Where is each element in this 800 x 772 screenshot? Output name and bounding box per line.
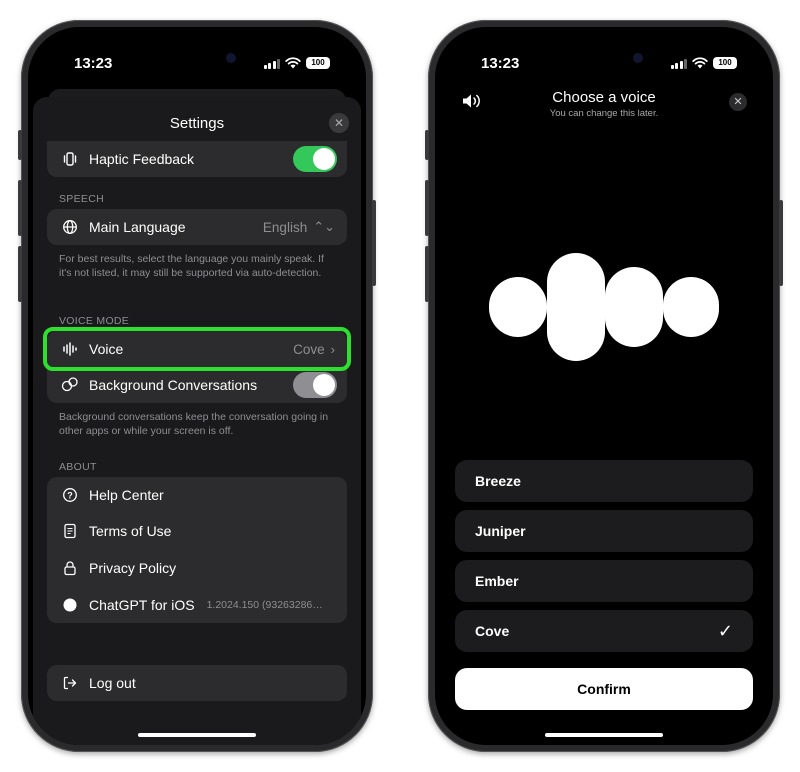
- status-time: 13:23: [481, 55, 520, 72]
- globe-icon: [61, 219, 79, 235]
- about-section-label: ABOUT: [59, 461, 97, 473]
- speech-group: Main Language English ⌃⌄: [47, 209, 347, 245]
- logout-label: Log out: [89, 675, 136, 691]
- logout-row[interactable]: Log out: [47, 665, 347, 701]
- close-button[interactable]: ✕: [329, 113, 349, 133]
- close-icon: ✕: [733, 96, 743, 108]
- settings-phone: 13:23 100 Settings ✕ Haptic Feedback SPE…: [18, 20, 376, 752]
- visualizer-blob: [547, 253, 605, 361]
- action-button: [18, 130, 22, 160]
- page-title: Settings: [169, 115, 225, 132]
- confirm-button[interactable]: Confirm: [455, 668, 753, 710]
- speech-section-label: SPEECH: [59, 193, 104, 205]
- home-indicator[interactable]: [545, 733, 663, 737]
- haptic-feedback-toggle[interactable]: [293, 146, 337, 172]
- voice-picker-subtitle: You can change this later.: [549, 108, 659, 119]
- voice-row-highlight: [43, 327, 351, 371]
- svg-text:?: ?: [67, 491, 73, 501]
- cellular-signal-icon: [670, 58, 687, 69]
- logout-group: Log out: [47, 665, 347, 701]
- app-version-value: 1.2024.150 (93263286…: [206, 599, 323, 611]
- wifi-icon: [692, 57, 708, 69]
- voice-option-ember[interactable]: Ember: [455, 560, 753, 602]
- app-version-row: ChatGPT for iOS 1.2024.150 (93263286…: [47, 587, 347, 623]
- main-language-label: Main Language: [89, 219, 186, 235]
- background-conversations-row: Background Conversations: [47, 367, 347, 403]
- voice-option-breeze[interactable]: Breeze: [455, 460, 753, 502]
- wifi-icon: [285, 57, 301, 69]
- voice-option-label: Breeze: [475, 473, 521, 489]
- main-language-value: English: [262, 219, 308, 235]
- haptic-feedback-row: Haptic Feedback: [47, 141, 347, 177]
- voice-option-label: Cove: [475, 623, 510, 639]
- voice-option-cove[interactable]: Cove ✓: [455, 610, 753, 652]
- battery-icon: 100: [713, 57, 737, 69]
- checkmark-icon: ✓: [717, 620, 733, 641]
- help-center-label: Help Center: [89, 487, 164, 503]
- main-language-row[interactable]: Main Language English ⌃⌄: [47, 209, 347, 245]
- voice-option-label: Juniper: [475, 523, 526, 539]
- document-icon: [61, 523, 79, 539]
- volume-up-button: [425, 180, 429, 236]
- close-icon: ✕: [333, 116, 345, 130]
- terms-of-use-label: Terms of Use: [89, 523, 172, 539]
- lock-icon: [61, 560, 79, 576]
- visualizer-blob: [489, 277, 547, 337]
- battery-icon: 100: [306, 57, 330, 69]
- haptic-feedback-label: Haptic Feedback: [89, 151, 195, 167]
- visualizer-blob: [663, 277, 719, 337]
- haptic-group: Haptic Feedback: [47, 141, 347, 177]
- openai-logo-icon: [61, 598, 79, 612]
- close-button[interactable]: ✕: [729, 93, 747, 111]
- settings-screen: 13:23 100 Settings ✕ Haptic Feedback SPE…: [28, 27, 366, 745]
- action-button: [425, 130, 429, 160]
- background-conversations-label: Background Conversations: [89, 377, 258, 393]
- volume-down-button: [18, 246, 22, 302]
- dynamic-island: [136, 41, 258, 75]
- help-center-row[interactable]: ? Help Center: [47, 477, 347, 513]
- voice-picker-title: Choose a voice: [552, 89, 656, 106]
- status-time: 13:23: [74, 55, 113, 72]
- dynamic-island: [543, 41, 665, 75]
- background-footnote: Background conversations keep the conver…: [59, 411, 329, 437]
- up-down-chevron-icon: ⌃⌄: [313, 219, 335, 234]
- voice-mode-section-label: VOICE MODE: [59, 315, 130, 327]
- power-button: [372, 200, 376, 286]
- privacy-policy-label: Privacy Policy: [89, 560, 177, 576]
- speech-footnote: For best results, select the language yo…: [59, 253, 324, 279]
- question-icon: ?: [61, 487, 79, 503]
- status-icons: 100: [670, 57, 737, 69]
- voice-picker-screen: 13:23 100 Choose a voice You can change …: [435, 27, 773, 745]
- logout-icon: [61, 675, 79, 691]
- app-name-label: ChatGPT for iOS: [89, 597, 195, 613]
- voice-option-label: Ember: [475, 573, 519, 589]
- terms-of-use-row[interactable]: Terms of Use: [47, 513, 347, 549]
- visualizer-blob: [605, 267, 663, 347]
- background-conversations-toggle[interactable]: [293, 372, 337, 398]
- voice-picker-phone: 13:23 100 Choose a voice You can change …: [425, 20, 783, 752]
- voice-option-juniper[interactable]: Juniper: [455, 510, 753, 552]
- home-indicator[interactable]: [138, 733, 256, 737]
- volume-up-button: [18, 180, 22, 236]
- about-group: ? Help Center Terms of Use Privacy Polic…: [47, 477, 347, 623]
- chat-bubbles-icon: [61, 377, 79, 393]
- haptic-icon: [61, 151, 79, 167]
- status-icons: 100: [263, 57, 330, 69]
- volume-down-button: [425, 246, 429, 302]
- privacy-policy-row[interactable]: Privacy Policy: [47, 550, 347, 586]
- power-button: [779, 200, 783, 286]
- settings-sheet: Settings ✕ Haptic Feedback SPEECH Main L…: [33, 97, 361, 745]
- cellular-signal-icon: [263, 58, 280, 69]
